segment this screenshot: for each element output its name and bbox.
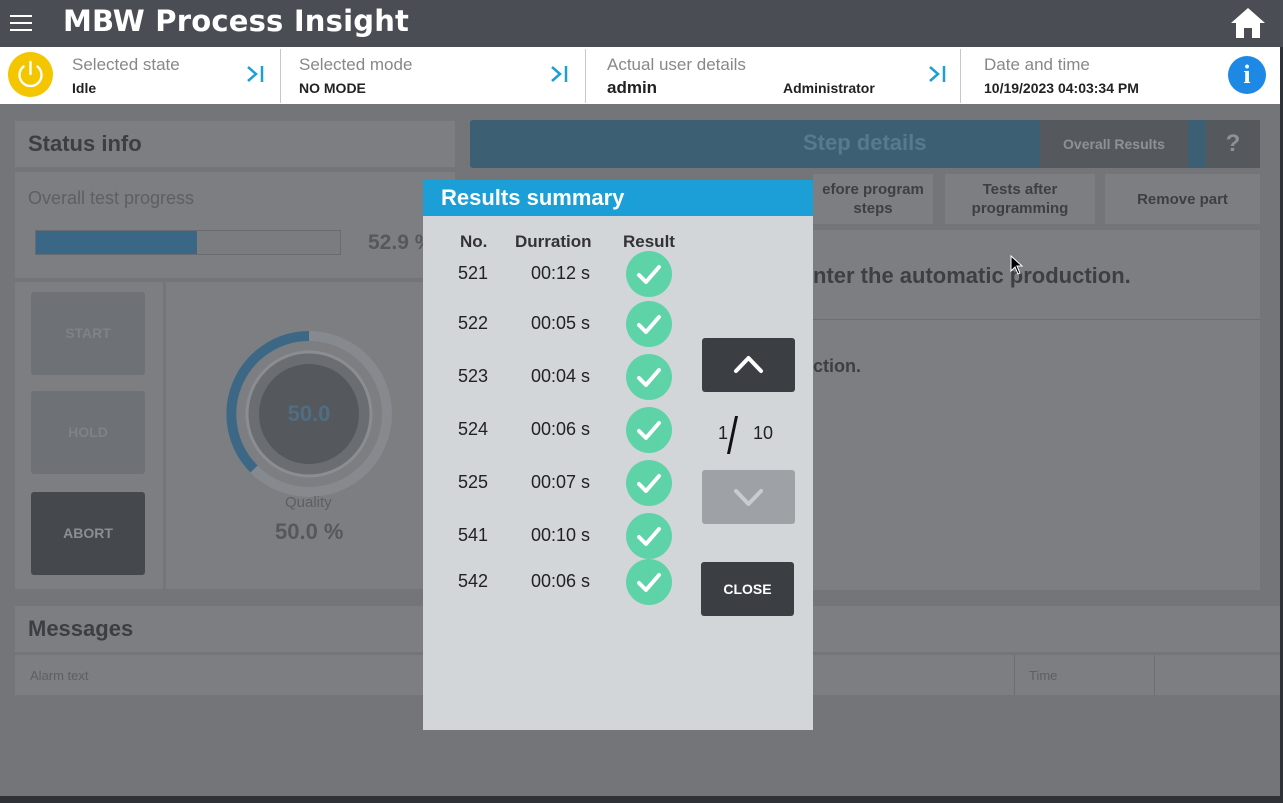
quality-label: Quality: [285, 494, 332, 511]
result-duration: 00:07 s: [531, 472, 591, 492]
result-number: 524: [458, 419, 489, 439]
result-number: 542: [458, 571, 489, 591]
divider: [813, 319, 1260, 320]
user-label: Actual user details: [607, 55, 746, 74]
user-name: admin: [607, 78, 658, 97]
hold-button[interactable]: HOLD: [31, 391, 145, 474]
progress-fill: [36, 231, 197, 254]
result-duration: 00:10 s: [531, 525, 591, 545]
power-icon: [18, 60, 43, 88]
abort-button[interactable]: ABORT: [31, 492, 145, 575]
quality-gauge: 50.0: [226, 331, 392, 497]
tab-remove-part[interactable]: Remove part: [1105, 174, 1260, 224]
result-duration: 00:06 s: [531, 571, 591, 591]
result-number: 522: [458, 313, 489, 333]
start-button[interactable]: START: [31, 292, 145, 375]
app-title: MBW Process Insight: [63, 4, 410, 38]
mode-label: Selected mode: [299, 55, 413, 74]
power-button[interactable]: [8, 52, 53, 97]
result-duration: 00:12 s: [531, 263, 591, 283]
time-column: Time: [1029, 668, 1058, 683]
check-icon: [626, 354, 672, 400]
messages-title: Messages: [28, 616, 134, 641]
user-role: Administrator: [783, 80, 875, 96]
result-number: 541: [458, 525, 489, 545]
step-note: ction.: [813, 356, 861, 376]
dialog-header: Results summary: [423, 180, 813, 216]
check-icon: [626, 513, 672, 559]
column-no: No.: [460, 232, 488, 251]
current-page: 1: [718, 423, 729, 443]
alarm-text-column: Alarm text: [30, 668, 89, 683]
check-icon: [626, 301, 672, 347]
check-icon: [626, 460, 672, 506]
check-icon: [626, 559, 672, 605]
tab-before-program-steps[interactable]: efore program steps: [813, 174, 933, 224]
page-down-button[interactable]: [702, 470, 795, 524]
home-icon[interactable]: [1229, 6, 1267, 40]
chevron-up-icon: [734, 356, 763, 373]
chevron-down-icon: [734, 489, 763, 506]
svg-text:50.0: 50.0: [288, 401, 331, 426]
user-jump-icon[interactable]: [927, 64, 947, 84]
step-details-title: Step details: [803, 130, 927, 155]
column-result: Result: [623, 232, 675, 251]
quality-value: 50.0 %: [275, 519, 344, 544]
close-button[interactable]: CLOSE: [701, 562, 794, 616]
tab-tests-after-programming[interactable]: Tests after programming: [945, 174, 1095, 224]
divider: [280, 49, 281, 103]
state-jump-icon[interactable]: [245, 64, 265, 84]
mode-value: NO MODE: [299, 80, 366, 96]
result-number: 525: [458, 472, 489, 492]
status-bar: Selected state Idle Selected mode NO MOD…: [0, 47, 1280, 104]
state-value: Idle: [72, 80, 97, 96]
help-button[interactable]: ?: [1206, 120, 1260, 168]
column-duration: Durration: [515, 232, 592, 251]
step-instruction: nter the automatic production.: [813, 263, 1131, 288]
datetime-value: 10/19/2023 04:03:34 PM: [984, 80, 1139, 96]
check-icon: [626, 251, 672, 297]
top-bar: MBW Process Insight: [0, 0, 1283, 47]
step-details-header: Step details Overall Results ?: [470, 120, 1260, 168]
divider: [585, 49, 586, 103]
progress-bar: [35, 230, 341, 255]
dialog-title: Results summary: [441, 185, 625, 210]
progress-label: Overall test progress: [28, 188, 195, 208]
result-duration: 00:05 s: [531, 313, 591, 333]
page-separator: [726, 416, 739, 454]
result-number: 521: [458, 263, 489, 283]
state-label: Selected state: [72, 55, 180, 74]
results-summary-dialog: Results summary No. Durration Result 521…: [423, 180, 813, 730]
status-info-title: Status info: [28, 131, 142, 156]
result-number: 523: [458, 366, 489, 386]
divider: [1154, 655, 1155, 695]
result-duration: 00:06 s: [531, 419, 591, 439]
mode-jump-icon[interactable]: [549, 64, 569, 84]
mouse-cursor-icon: [1010, 255, 1024, 275]
menu-icon[interactable]: [10, 15, 32, 31]
divider: [1014, 655, 1015, 695]
divider: [960, 49, 961, 103]
datetime-label: Date and time: [984, 55, 1090, 74]
total-pages: 10: [753, 423, 774, 443]
page-up-button[interactable]: [702, 338, 795, 392]
overall-results-button[interactable]: Overall Results: [1040, 120, 1188, 168]
result-duration: 00:04 s: [531, 366, 591, 386]
info-icon[interactable]: i: [1228, 56, 1266, 94]
check-icon: [626, 407, 672, 453]
